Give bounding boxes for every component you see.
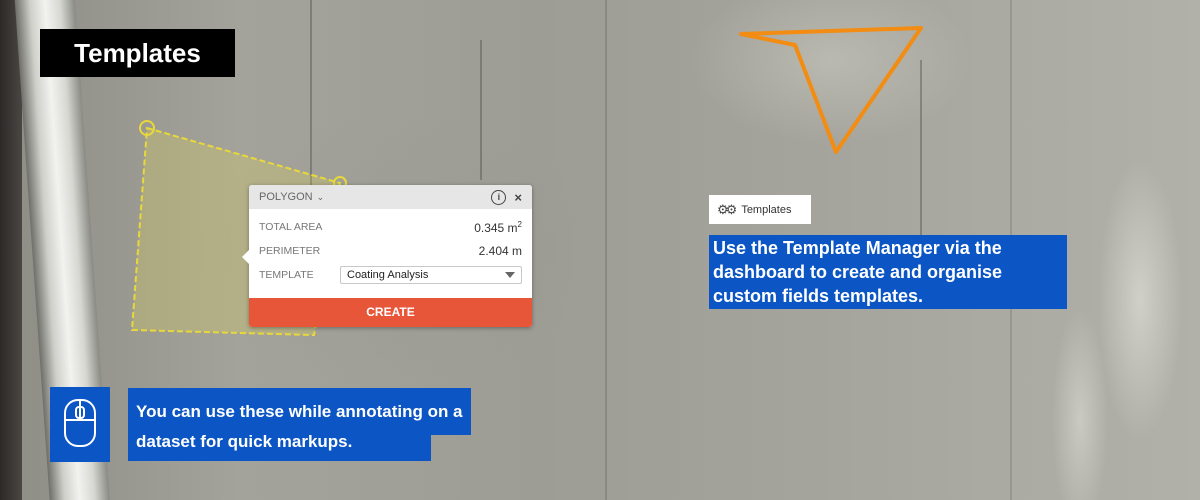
chevron-down-icon: ⌄	[316, 192, 325, 202]
area-unit-superscript: 2	[517, 219, 522, 229]
templates-menu-label: Templates	[741, 203, 792, 216]
perimeter-row: PERIMETER 2.404 m	[249, 239, 532, 263]
annotation-type-label: POLYGON	[259, 191, 313, 203]
gears-icon: ⚙⚙	[717, 201, 737, 217]
template-label: TEMPLATE	[259, 269, 314, 281]
total-area-row: TOTAL AREA 0.345 m2	[249, 215, 532, 239]
annotation-type-dropdown[interactable]: POLYGON ⌄	[259, 191, 324, 203]
canvas-viewport[interactable]: Templates POLYGON ⌄ i × TOTAL AREA 0.345 …	[0, 0, 1200, 500]
chevron-down-icon	[505, 272, 515, 278]
template-row: TEMPLATE Coating Analysis	[249, 263, 532, 287]
templates-menu-item[interactable]: ⚙⚙ Templates	[709, 195, 811, 224]
close-icon[interactable]: ×	[514, 190, 522, 205]
template-selected-value: Coating Analysis	[347, 269, 429, 281]
template-select[interactable]: Coating Analysis	[340, 266, 522, 284]
mouse-icon	[64, 399, 96, 447]
measurement-popup: POLYGON ⌄ i × TOTAL AREA 0.345 m2 PERIMET…	[242, 185, 532, 327]
info-icon[interactable]: i	[491, 189, 507, 205]
annotating-callout: You can use these while annotating on a …	[136, 402, 463, 451]
total-area-value: 0.345 m2	[474, 220, 522, 235]
perimeter-label: PERIMETER	[259, 245, 321, 257]
popup-header: POLYGON ⌄ i ×	[249, 185, 532, 209]
create-button[interactable]: CREATE	[249, 298, 532, 327]
template-manager-callout: Use the Template Manager via the dashboa…	[709, 235, 1067, 309]
perimeter-value: 2.404 m	[478, 244, 522, 258]
page-title: Templates	[40, 29, 235, 77]
total-area-label: TOTAL AREA	[259, 221, 323, 233]
mouse-wheel	[75, 406, 85, 419]
popup-arrow	[242, 250, 249, 264]
mouse-icon-box	[50, 387, 110, 462]
orange-polygon-annotation	[739, 26, 923, 154]
total-area-number: 0.345 m	[474, 220, 518, 235]
